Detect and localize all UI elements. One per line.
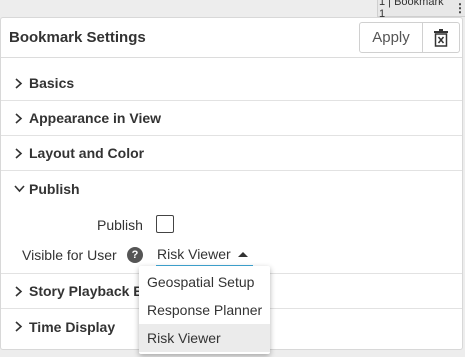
panel-title: Bookmark Settings [9, 29, 146, 46]
chevron-right-icon [13, 321, 25, 333]
publish-section-body: Publish Visible for User ? Risk Viewer [1, 203, 462, 274]
chevron-right-icon [13, 285, 25, 297]
chevron-right-icon [13, 112, 25, 124]
dropdown-option-risk-viewer[interactable]: Risk Viewer [139, 324, 270, 352]
publish-label: Publish [97, 217, 143, 233]
section-label: Basics [29, 75, 75, 91]
section-layout-and-color[interactable]: Layout and Color [1, 136, 462, 171]
visible-user-select[interactable]: Risk Viewer [156, 243, 253, 267]
panel-header: Bookmark Settings Apply [1, 18, 462, 58]
chevron-down-icon [13, 183, 25, 195]
selected-user-value: Risk Viewer [157, 246, 231, 262]
dropdown-option-geospatial-setup[interactable]: Geospatial Setup [139, 268, 270, 296]
publish-checkbox[interactable] [156, 215, 174, 233]
section-label: Publish [29, 180, 80, 197]
caret-up-icon [238, 252, 248, 257]
section-basics[interactable]: Basics [1, 66, 462, 101]
trash-icon [434, 28, 448, 47]
bookmark-tag: 1 | Bookmark 1 ⋮ [377, 0, 465, 20]
more-options-icon[interactable]: ⋮ [454, 1, 465, 15]
section-label: Layout and Color [29, 145, 145, 161]
help-icon[interactable]: ? [127, 247, 143, 263]
visible-for-user-label: Visible for User [22, 247, 117, 263]
section-appearance-in-view[interactable]: Appearance in View [1, 101, 462, 136]
apply-button[interactable]: Apply [359, 22, 423, 53]
delete-button[interactable] [422, 22, 460, 53]
chevron-right-icon [13, 147, 25, 159]
user-dropdown-menu: Geospatial Setup Response Planner Risk V… [139, 266, 270, 354]
section-label: Time Display [29, 318, 116, 335]
section-label: Appearance in View [29, 110, 162, 126]
dropdown-option-response-planner[interactable]: Response Planner [139, 296, 270, 324]
section-publish[interactable]: Publish [1, 171, 462, 206]
chevron-right-icon [13, 77, 25, 89]
